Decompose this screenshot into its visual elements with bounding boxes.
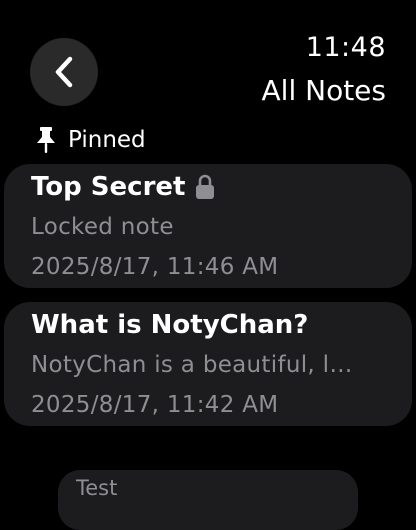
clock-time: 11:48 [305,32,386,63]
note-title-text: What is NotyChan? [31,310,309,340]
note-title: Test [76,476,118,500]
note-preview: NotyChan is a beautiful, l… [31,352,353,378]
note-card-top-secret[interactable]: Top Secret Locked note 2025/8/17, 11:46 … [4,164,412,288]
back-button[interactable] [30,38,98,106]
pin-icon [34,126,58,154]
note-card-what-is-notychan[interactable]: What is NotyChan? NotyChan is a beautifu… [4,302,412,426]
note-title: Top Secret [31,172,215,202]
note-title: What is NotyChan? [31,310,308,340]
page-title: All Notes [261,74,386,107]
pinned-section-header: Pinned [34,126,146,154]
chevron-left-icon [53,55,75,89]
note-title-text: Top Secret [31,172,186,202]
note-preview: Locked note [31,214,174,240]
lock-icon [195,174,215,200]
pinned-label: Pinned [68,127,146,153]
note-card-test[interactable]: Test [58,470,358,530]
note-date: 2025/8/17, 11:46 AM [31,254,279,280]
note-date: 2025/8/17, 11:42 AM [31,392,279,418]
